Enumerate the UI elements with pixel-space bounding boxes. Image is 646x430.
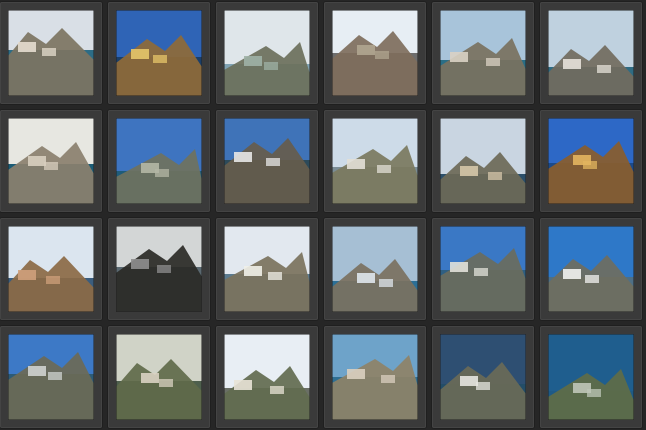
thumbnail-cell[interactable] (216, 2, 318, 104)
coastal-town-cliff-thumbnail[interactable] (8, 10, 94, 96)
thumbnail-cell[interactable] (324, 110, 426, 212)
thumbnail-cell[interactable] (432, 326, 534, 428)
thumbnail-cell[interactable] (432, 218, 534, 320)
thumbnail-cell[interactable] (540, 110, 642, 212)
thumbnail-cell[interactable] (0, 326, 102, 428)
hillside-bridge-thumbnail[interactable] (440, 226, 526, 312)
thumbnail-cell[interactable] (216, 326, 318, 428)
thumbnail-cell[interactable] (0, 2, 102, 104)
cliff-coast-road-thumbnail[interactable] (548, 10, 634, 96)
castle-cliff-thumbnail[interactable] (548, 118, 634, 204)
viaduct-valley-thumbnail[interactable] (8, 334, 94, 420)
arches-boats-thumbnail[interactable] (8, 226, 94, 312)
thumbnail-cell[interactable] (540, 2, 642, 104)
mountain-bay-thumbnail[interactable] (224, 10, 310, 96)
bay-village-thumbnail[interactable] (440, 118, 526, 204)
thumbnail-cell[interactable] (216, 218, 318, 320)
coastline-peninsula-thumbnail[interactable] (116, 118, 202, 204)
rocky-coast-cove-thumbnail[interactable] (332, 334, 418, 420)
thumbnail-cell[interactable] (540, 218, 642, 320)
dense-white-town-thumbnail[interactable] (548, 226, 634, 312)
thumbnail-cell[interactable] (0, 110, 102, 212)
thumbnail-cell[interactable] (108, 2, 210, 104)
yellow-building-rock-thumbnail[interactable] (116, 10, 202, 96)
thumbnail-cell[interactable] (324, 218, 426, 320)
thumbnail-cell[interactable] (540, 326, 642, 428)
thumbnail-cell[interactable] (108, 218, 210, 320)
tower-hill-village-thumbnail[interactable] (224, 334, 310, 420)
sea-cliff-thumbnail[interactable] (8, 118, 94, 204)
harbor-mountains-thumbnail[interactable] (440, 10, 526, 96)
promontory-blue-sea-thumbnail[interactable] (332, 226, 418, 312)
thumbnail-cell[interactable] (432, 110, 534, 212)
aerial-village-thumbnail[interactable] (440, 334, 526, 420)
thumbnail-cell[interactable] (108, 326, 210, 428)
thumbnail-cell[interactable] (108, 110, 210, 212)
white-town-hill-thumbnail[interactable] (224, 226, 310, 312)
thumbnail-cell[interactable] (216, 110, 318, 212)
street-cars-mountain-thumbnail[interactable] (332, 10, 418, 96)
boat-beach-thumbnail[interactable] (224, 118, 310, 204)
thumbnail-cell[interactable] (324, 2, 426, 104)
thumbnail-cell[interactable] (432, 2, 534, 104)
winding-road-coast-thumbnail[interactable] (548, 334, 634, 420)
green-terraces-thumbnail[interactable] (116, 334, 202, 420)
dark-cliff-sea-thumbnail[interactable] (116, 226, 202, 312)
thumbnail-cell[interactable] (0, 218, 102, 320)
photo-grid (0, 0, 646, 430)
beach-town-thumbnail[interactable] (332, 118, 418, 204)
thumbnail-cell[interactable] (324, 326, 426, 428)
